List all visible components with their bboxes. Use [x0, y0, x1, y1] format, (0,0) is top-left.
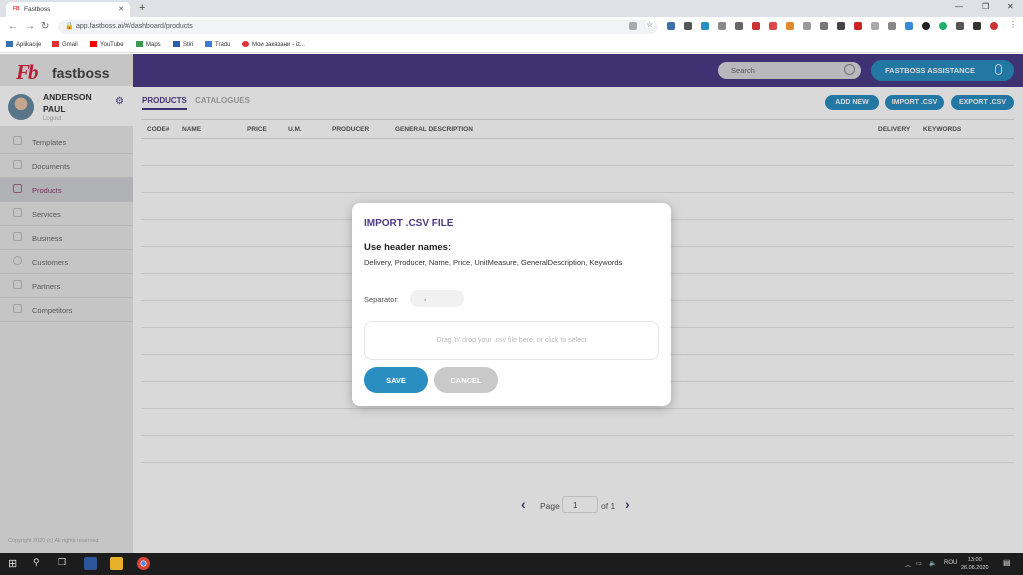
url-text: app.fastboss.ai/#/dashboard/products — [76, 23, 193, 30]
clock[interactable]: 13:00 26.06.2020 — [961, 556, 989, 572]
extension-icon[interactable] — [888, 22, 896, 30]
extension-icon[interactable] — [735, 22, 743, 30]
extension-icon[interactable] — [684, 22, 692, 30]
bookmark-maps[interactable]: Maps — [136, 41, 161, 48]
bookmark-apps[interactable]: Aplikacije — [6, 41, 41, 48]
minimize-icon[interactable]: — — [955, 2, 963, 11]
extension-icon[interactable] — [939, 22, 947, 30]
browser-tab[interactable]: FB Fastboss ✕ — [6, 2, 130, 17]
header-names-title: Use header names: — [364, 242, 452, 253]
reload-icon[interactable]: ↻ — [41, 21, 49, 32]
bookmark-youtube[interactable]: YouTube — [90, 41, 124, 48]
bookmark-stiri[interactable]: Stiri — [173, 41, 193, 48]
bookmark-orders[interactable]: Мои заказани - iz... — [242, 41, 305, 48]
extension-icon[interactable] — [769, 22, 777, 30]
browser-tab-bar: FB Fastboss ✕ + — ❐ ✕ — [0, 0, 1023, 17]
tray-chevron-icon[interactable]: ︿ — [905, 560, 911, 569]
windows-taskbar: ⊞ ⚲ ❒ ︿ ▭ 🔈 ROU 13:00 26.06.2020 ▤ — [0, 553, 1023, 575]
close-tab-icon[interactable]: ✕ — [118, 5, 124, 13]
extension-icon[interactable] — [701, 22, 709, 30]
browser-tab-title: Fastboss — [24, 6, 51, 13]
bookmark-gmail[interactable]: Gmail — [52, 41, 78, 48]
lock-icon: 🔒 — [65, 23, 74, 30]
extension-icon[interactable] — [667, 22, 675, 30]
save-button[interactable]: SAVE — [364, 367, 428, 393]
extension-icon[interactable] — [820, 22, 828, 30]
dialog-title: IMPORT .CSV FILE — [364, 218, 454, 229]
cancel-button[interactable]: CANCEL — [434, 367, 498, 393]
network-icon[interactable]: ▭ — [916, 560, 922, 567]
extension-icon[interactable] — [803, 22, 811, 30]
extension-icon[interactable] — [922, 22, 930, 30]
profile-icon[interactable] — [990, 22, 998, 30]
restore-icon[interactable]: ❐ — [982, 2, 989, 11]
extension-icon[interactable] — [871, 22, 879, 30]
word-icon[interactable] — [84, 557, 97, 570]
translate-icon[interactable] — [629, 22, 637, 30]
forward-icon[interactable]: → — [25, 21, 35, 32]
bookmarks-bar: Aplikacije Gmail YouTube Maps Stiri Trad… — [0, 37, 1023, 53]
fastboss-favicon-icon: FB — [13, 6, 20, 12]
extension-icon[interactable] — [786, 22, 794, 30]
new-tab-icon[interactable]: + — [139, 2, 145, 14]
import-csv-dialog: IMPORT .CSV FILE Use header names: Deliv… — [352, 203, 671, 406]
file-explorer-icon[interactable] — [110, 557, 123, 570]
header-names-list: Delivery, Producer, Name, Price, UnitMea… — [364, 258, 623, 267]
window-close-icon[interactable]: ✕ — [1007, 2, 1014, 11]
notifications-icon[interactable]: ▤ — [1003, 558, 1011, 567]
puzzle-icon[interactable] — [956, 22, 964, 30]
separator-input[interactable]: , — [410, 290, 464, 307]
star-icon[interactable]: ☆ — [646, 20, 654, 29]
volume-icon[interactable]: 🔈 — [929, 560, 936, 567]
extension-icon[interactable] — [905, 22, 913, 30]
extension-icon[interactable] — [837, 22, 845, 30]
bookmark-tradu[interactable]: Tradu — [205, 41, 230, 48]
extension-icon[interactable] — [854, 22, 862, 30]
address-bar[interactable]: 🔒 app.fastboss.ai/#/dashboard/products — [58, 20, 658, 34]
separator-label: Separator: — [364, 295, 400, 304]
extension-icon[interactable] — [973, 22, 981, 30]
clock-date: 26.06.2020 — [961, 565, 989, 571]
browser-toolbar: ← → ↻ 🔒 app.fastboss.ai/#/dashboard/prod… — [0, 17, 1023, 37]
language-indicator[interactable]: ROU — [944, 560, 957, 566]
csv-dropzone[interactable]: Drag 'n' drop your .csv file here, or cl… — [364, 321, 659, 360]
back-icon[interactable]: ← — [8, 21, 18, 32]
search-icon[interactable]: ⚲ — [33, 557, 40, 571]
more-menu-icon[interactable]: ⋮ — [1009, 20, 1017, 29]
chrome-icon[interactable] — [137, 557, 150, 570]
windows-start-icon[interactable]: ⊞ — [8, 557, 17, 571]
extension-icon[interactable] — [752, 22, 760, 30]
task-view-icon[interactable]: ❒ — [58, 557, 66, 571]
clock-time: 13:00 — [967, 557, 982, 563]
extension-icon[interactable] — [718, 22, 726, 30]
